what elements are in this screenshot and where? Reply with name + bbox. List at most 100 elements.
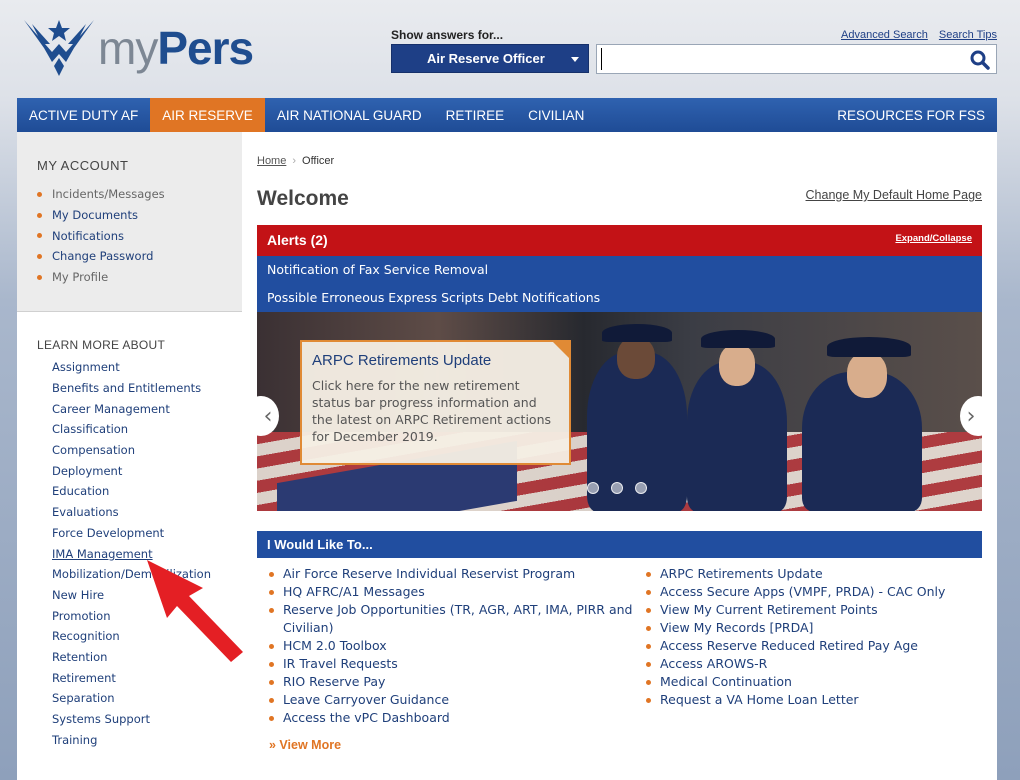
top-links: Advanced Search Search Tips [833, 29, 997, 41]
account-item-change-password[interactable]: Change Password [37, 246, 242, 267]
learn-item-training[interactable]: Training [52, 729, 242, 750]
callout-title: ARPC Retirements Update [312, 352, 492, 369]
learn-list: Assignment Benefits and Entitlements Car… [52, 357, 242, 750]
search-tips-link[interactable]: Search Tips [939, 29, 997, 41]
bullet-icon [37, 253, 42, 259]
quick-link[interactable]: View My Records [PRDA] [646, 619, 976, 637]
alerts-header: Alerts (2) Expand/Collapse [257, 225, 982, 256]
quick-link[interactable]: Medical Continuation [646, 673, 976, 691]
quick-links-left: Air Force Reserve Individual Reservist P… [269, 565, 639, 727]
quick-link[interactable]: Request a VA Home Loan Letter [646, 691, 976, 709]
logo-pers: Pers [157, 22, 254, 74]
learn-item-education[interactable]: Education [52, 481, 242, 502]
breadcrumb-current: Officer [302, 155, 335, 167]
quick-link[interactable]: Access Secure Apps (VMPF, PRDA) - CAC On… [646, 583, 976, 601]
learn-item-separation[interactable]: Separation [52, 688, 242, 709]
bullet-icon [37, 274, 42, 280]
quick-link[interactable]: RIO Reserve Pay [269, 673, 639, 691]
view-more-link[interactable]: » View More [269, 738, 341, 752]
sidebar: MY ACCOUNT Incidents/Messages My Documen… [17, 132, 242, 780]
account-list: Incidents/Messages My Documents Notifica… [37, 184, 242, 287]
bullet-icon [37, 191, 42, 197]
my-account-title: MY ACCOUNT [37, 158, 129, 173]
advanced-search-link[interactable]: Advanced Search [841, 29, 928, 41]
search-input[interactable] [601, 48, 961, 70]
nav-active-duty[interactable]: ACTIVE DUTY AF [17, 98, 150, 132]
breadcrumb-separator-icon: › [292, 155, 297, 167]
learn-item-career-management[interactable]: Career Management [52, 398, 242, 419]
alert-item[interactable]: Notification of Fax Service Removal [257, 256, 982, 284]
learn-item-classification[interactable]: Classification [52, 419, 242, 440]
chevron-down-icon [571, 57, 579, 62]
logo-text: myPers [98, 21, 254, 75]
quick-link[interactable]: View My Current Retirement Points [646, 601, 976, 619]
breadcrumb: Home › Officer [257, 155, 334, 167]
air-force-wings-icon [24, 20, 94, 76]
my-account-panel: MY ACCOUNT Incidents/Messages My Documen… [17, 132, 242, 312]
change-default-home-link[interactable]: Change My Default Home Page [806, 188, 982, 202]
carousel-dots [587, 482, 647, 494]
quick-link[interactable]: Reserve Job Opportunities (TR, AGR, ART,… [269, 601, 639, 637]
carousel-dot[interactable] [611, 482, 623, 494]
quick-link[interactable]: Leave Carryover Guidance [269, 691, 639, 709]
main-content: Home › Officer Welcome Change My Default H… [257, 132, 982, 780]
carousel: ARPC Retirements Update Click here for t… [257, 312, 982, 511]
nav-retiree[interactable]: RETIREE [434, 98, 517, 132]
quick-links-right: ARPC Retirements Update Access Secure Ap… [646, 565, 976, 709]
quick-link[interactable]: Access AROWS-R [646, 655, 976, 673]
page-title: Welcome [257, 187, 349, 210]
logo-my: my [98, 22, 158, 74]
expand-collapse-link[interactable]: Expand/Collapse [895, 233, 972, 244]
mypers-logo[interactable]: myPers [22, 14, 254, 78]
honor-guard-face [617, 337, 655, 379]
site-header: myPers Show answers for... Air Reserve O… [0, 0, 1020, 97]
chevron-right-icon[interactable]: › [960, 396, 982, 436]
quick-link[interactable]: Access Reserve Reduced Retired Pay Age [646, 637, 976, 655]
quick-link[interactable]: IR Travel Requests [269, 655, 639, 673]
carousel-dot[interactable] [635, 482, 647, 494]
alerts-title: Alerts (2) [267, 232, 328, 248]
chevron-left-icon[interactable]: ‹ [257, 396, 279, 436]
honor-guard-hat [602, 324, 672, 342]
bullet-icon [37, 212, 42, 218]
learn-item-evaluations[interactable]: Evaluations [52, 502, 242, 523]
quick-link[interactable]: ARPC Retirements Update [646, 565, 976, 583]
bullet-icon [37, 233, 42, 239]
learn-item-force-development[interactable]: Force Development [52, 523, 242, 544]
learn-item-systems-support[interactable]: Systems Support [52, 709, 242, 730]
alert-item[interactable]: Possible Erroneous Express Scripts Debt … [257, 284, 982, 312]
learn-item-assignment[interactable]: Assignment [52, 357, 242, 378]
nav-resources-fss[interactable]: RESOURCES FOR FSS [825, 98, 997, 132]
nav-air-reserve[interactable]: AIR RESERVE [150, 98, 265, 132]
main-nav: ACTIVE DUTY AF AIR RESERVE AIR NATIONAL … [17, 98, 997, 132]
account-item-notifications[interactable]: Notifications [37, 225, 242, 246]
learn-item-benefits[interactable]: Benefits and Entitlements [52, 378, 242, 399]
honor-guard-hat [701, 330, 775, 348]
quick-link[interactable]: HQ AFRC/A1 Messages [269, 583, 639, 601]
role-select-value: Air Reserve Officer [427, 51, 545, 66]
nav-civilian[interactable]: CIVILIAN [516, 98, 596, 132]
learn-item-compensation[interactable]: Compensation [52, 440, 242, 461]
nav-air-national-guard[interactable]: AIR NATIONAL GUARD [265, 98, 434, 132]
annotation-arrow-icon [147, 560, 243, 662]
callout-body: Click here for the new retirement status… [312, 378, 552, 444]
honor-guard-face [847, 352, 887, 398]
carousel-dot[interactable] [587, 482, 599, 494]
learn-more-title: LEARN MORE ABOUT [37, 338, 166, 352]
honor-guard-hat [827, 337, 911, 357]
account-item-profile[interactable]: My Profile [37, 267, 242, 288]
search-icon[interactable] [970, 50, 990, 70]
search-box [596, 44, 997, 74]
carousel-callout[interactable]: ARPC Retirements Update Click here for t… [300, 340, 571, 465]
role-select[interactable]: Air Reserve Officer [391, 44, 589, 73]
learn-more-panel: LEARN MORE ABOUT Assignment Benefits and… [17, 312, 242, 750]
show-answers-label: Show answers for... [391, 28, 504, 42]
quick-link[interactable]: HCM 2.0 Toolbox [269, 637, 639, 655]
learn-item-retirement[interactable]: Retirement [52, 667, 242, 688]
quick-link[interactable]: Air Force Reserve Individual Reservist P… [269, 565, 639, 583]
learn-item-deployment[interactable]: Deployment [52, 460, 242, 481]
quick-link[interactable]: Access the vPC Dashboard [269, 709, 639, 727]
breadcrumb-home[interactable]: Home [257, 155, 286, 167]
account-item-documents[interactable]: My Documents [37, 205, 242, 226]
account-item-incidents[interactable]: Incidents/Messages [37, 184, 242, 205]
